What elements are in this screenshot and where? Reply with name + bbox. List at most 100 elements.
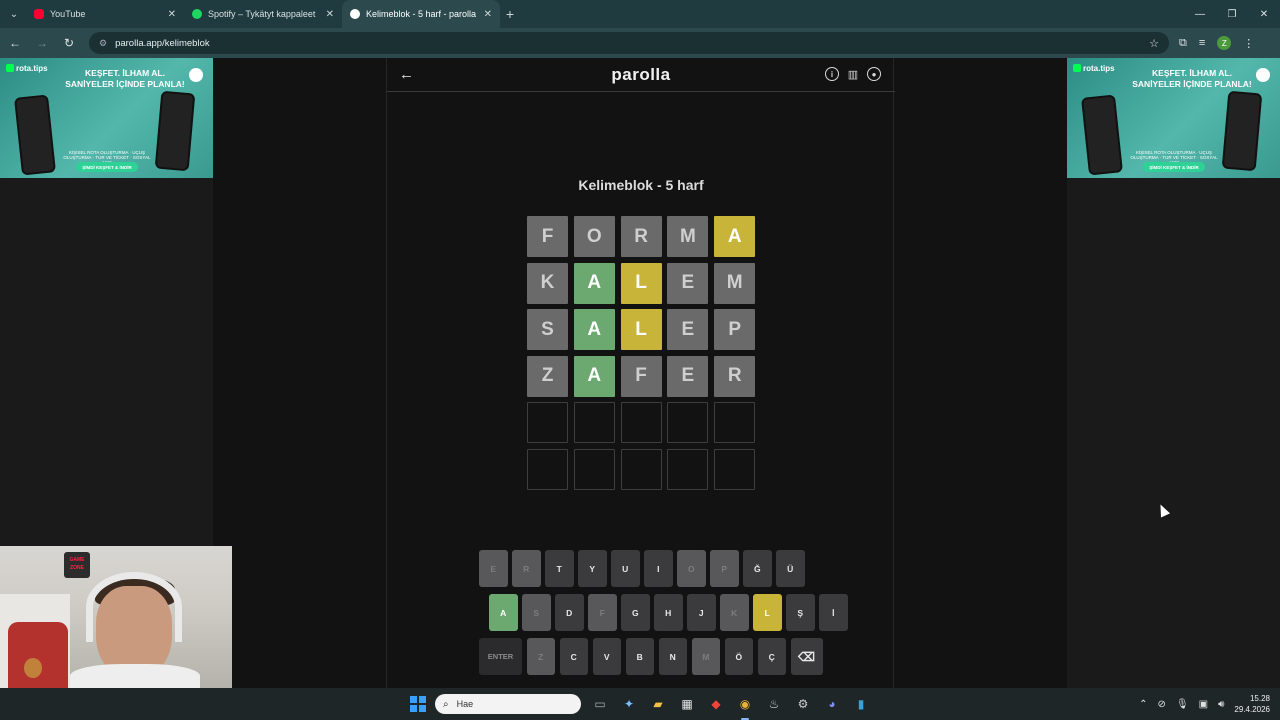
ad-headline: KEŞFET. İLHAM AL. [85,68,165,78]
tab-search-dropdown[interactable]: ⌄ [2,4,26,24]
volume-icon[interactable]: 🔊︎ [1218,699,1224,710]
enter-key[interactable]: ENTER [479,638,522,675]
extensions-icon[interactable]: ⧉ [1179,37,1187,50]
phone-mockup-icon [1081,94,1123,176]
tile-absent: R [714,355,756,397]
chrome-icon[interactable]: ◉ [735,694,755,720]
microphone-icon[interactable]: 🎙︎ [1176,699,1189,710]
app-book-icon[interactable]: ▮ [851,694,871,714]
clock[interactable]: 15.28 29.4.2026 [1234,693,1270,715]
key-absent[interactable]: Z [526,638,555,675]
key[interactable]: Ğ [743,550,772,587]
key[interactable]: H [654,594,683,631]
close-window-icon[interactable]: ✕ [1248,0,1280,28]
key-absent[interactable]: F [588,594,617,631]
parolla-favicon-icon [350,9,360,19]
forward-arrow-icon[interactable]: → [30,31,54,55]
key[interactable]: G [621,594,650,631]
tile-present: A [714,216,756,257]
key[interactable]: D [555,594,584,631]
keyboard-row: ASDFGHJKLŞİ [489,594,848,631]
user-profile-icon[interactable]: ● [867,67,881,81]
ad-cta-button[interactable]: ŞİMDİ KEŞFET & İNDİR [76,162,138,172]
media-control-icon[interactable]: ≡ [1199,37,1205,49]
key[interactable]: V [592,638,621,675]
minimize-icon[interactable]: — [1184,0,1216,28]
windows-start-icon[interactable] [410,696,426,712]
tile-empty [573,402,615,444]
key[interactable]: B [625,638,654,675]
maximize-icon[interactable]: ❐ [1216,0,1248,28]
close-tab-icon[interactable]: ✕ [326,9,334,20]
key[interactable]: Ç [757,638,786,675]
key[interactable]: Ü [776,550,805,587]
key[interactable]: Ş [786,594,815,631]
windows-taskbar: ⌕ Hae ▭ ✦ ▰ ▦ ◆ ◉ ♨ ⚙ ◕ ▮ ⌃ ⊘ 🎙︎ ▣ 🔊︎ 15… [0,688,1280,720]
settings-gear-icon[interactable]: ⚙ [793,694,813,714]
ad-brand: rota.tips [1073,64,1115,73]
key[interactable]: C [559,638,588,675]
back-arrow-icon[interactable]: ← [3,31,27,55]
app-red-icon[interactable]: ◆ [706,694,726,714]
network-icon[interactable]: ⊘ [1158,699,1166,710]
task-view-icon[interactable]: ▭ [590,694,610,714]
steam-icon[interactable]: ♨ [764,694,784,714]
stats-chart-icon[interactable]: ▥ [846,67,860,81]
tile-absent: K [527,262,568,304]
key-absent[interactable]: R [512,550,541,587]
key[interactable]: J [687,594,716,631]
key-correct[interactable]: A [489,594,518,631]
key[interactable]: T [545,550,574,587]
chevron-up-icon[interactable]: ⌃ [1139,699,1147,710]
clock-date: 29.4.2026 [1234,705,1270,714]
tile-absent: M [667,216,709,257]
profile-avatar[interactable]: Z [1217,36,1232,50]
ad-banner-left[interactable]: rota.tips KEŞFET. İLHAM AL. SANİYELER İÇ… [0,58,213,178]
youtube-favicon-icon [34,9,44,19]
site-logo[interactable]: parolla [387,65,895,85]
key-present[interactable]: L [753,594,782,631]
key[interactable]: Ö [724,638,753,675]
taskbar-search[interactable]: ⌕ Hae [435,694,581,714]
microsoft-store-icon[interactable]: ▦ [677,694,697,714]
bookmark-star-icon[interactable]: ☆ [1149,37,1159,50]
key-absent[interactable]: M [691,638,720,675]
phone-mockup-icon [1221,90,1263,172]
address-bar[interactable]: ⚙ parolla.app/kelimeblok ☆ [89,32,1169,54]
phone-mockup-icon [14,94,56,176]
key[interactable]: Y [578,550,607,587]
key-absent[interactable]: K [720,594,749,631]
ad-banner-right[interactable]: rota.tips KEŞFET. İLHAM AL. SANİYELER İÇ… [1067,58,1280,178]
key-absent[interactable]: S [522,594,551,631]
tab-youtube[interactable]: YouTube ✕ [26,0,184,28]
site-info-icon[interactable]: ⚙ [99,38,107,49]
backspace-icon[interactable]: ⌫ [790,638,823,675]
info-icon[interactable]: i [825,67,839,81]
key[interactable]: N [658,638,687,675]
key[interactable]: I [644,550,673,587]
key-absent[interactable]: P [710,550,739,587]
discord-icon[interactable]: ◕ [822,694,842,714]
ad-cta-button[interactable]: ŞİMDİ KEŞFET & İNDİR [1143,162,1205,172]
reload-icon[interactable]: ↻ [57,31,81,55]
tab-spotify[interactable]: Spotify – Tykätyt kappaleet ✕ [184,0,342,28]
new-tab-icon[interactable]: + [500,6,520,22]
tab-title: YouTube [50,9,86,19]
key[interactable]: U [611,550,640,587]
file-explorer-icon[interactable]: ▰ [648,694,668,714]
tile-empty [527,402,568,444]
ad-brand: rota.tips [6,64,48,73]
tile-empty [620,402,662,444]
key[interactable]: İ [819,594,848,631]
tab-title: Kelimeblok - 5 harf - parolla - K [366,9,478,19]
key-absent[interactable]: O [677,550,706,587]
tab-kelimeblok[interactable]: Kelimeblok - 5 harf - parolla - K ✕ [342,0,500,28]
menu-kebab-icon[interactable]: ⋮ [1243,37,1254,50]
close-tab-icon[interactable]: ✕ [168,9,176,20]
display-icon[interactable]: ▣ [1199,699,1208,710]
copilot-icon[interactable]: ✦ [619,694,639,714]
close-tab-icon[interactable]: ✕ [484,9,492,20]
key-absent[interactable]: E [479,550,508,587]
game-zone-logo: GAME ZONE [64,552,90,578]
ad-badge-icon [1256,68,1270,82]
